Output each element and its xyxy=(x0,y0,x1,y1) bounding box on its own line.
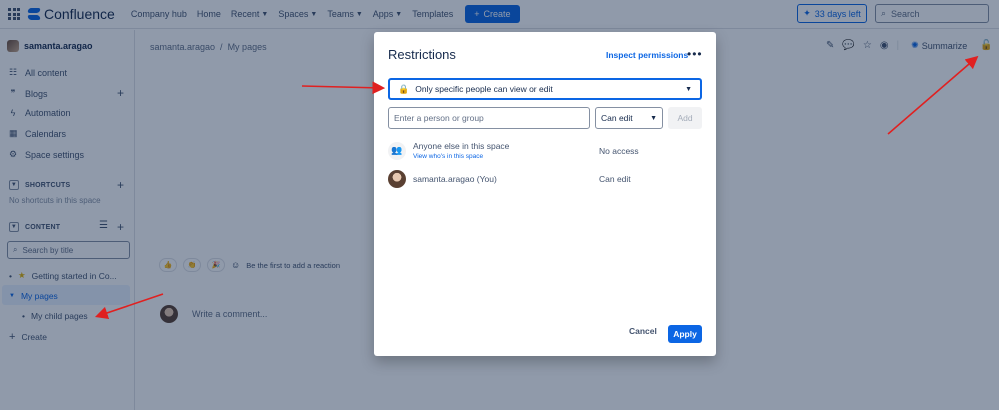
chevron-down-icon: ▼ xyxy=(650,114,657,122)
permission-row: samanta.aragao (You) Can edit xyxy=(388,170,702,188)
chevron-down-icon: ▼ xyxy=(685,85,692,93)
view-space-members-link[interactable]: View who's in this space xyxy=(413,153,509,160)
user-avatar xyxy=(388,170,406,188)
add-button[interactable]: Add xyxy=(668,107,702,129)
dialog-title: Restrictions xyxy=(388,47,456,62)
row-permission[interactable]: Can edit xyxy=(599,174,631,184)
cancel-button[interactable]: Cancel xyxy=(629,326,657,336)
more-options-icon[interactable]: ••• xyxy=(687,47,703,61)
person-group-input[interactable]: Enter a person or group xyxy=(388,107,590,129)
inspect-permissions-link[interactable]: Inspect permissions xyxy=(606,50,688,60)
permission-select[interactable]: Can edit ▼ xyxy=(595,107,663,129)
apply-button[interactable]: Apply xyxy=(668,325,702,343)
restrictions-dialog: Restrictions Inspect permissions ••• 🔒 O… xyxy=(374,32,716,356)
lock-icon: 🔒 xyxy=(398,83,410,94)
group-icon: 👥 xyxy=(388,141,406,160)
restriction-level-select[interactable]: 🔒 Only specific people can view or edit … xyxy=(388,78,702,100)
permission-row: 👥 Anyone else in this space View who's i… xyxy=(388,141,702,160)
row-permission: No access xyxy=(599,145,639,156)
